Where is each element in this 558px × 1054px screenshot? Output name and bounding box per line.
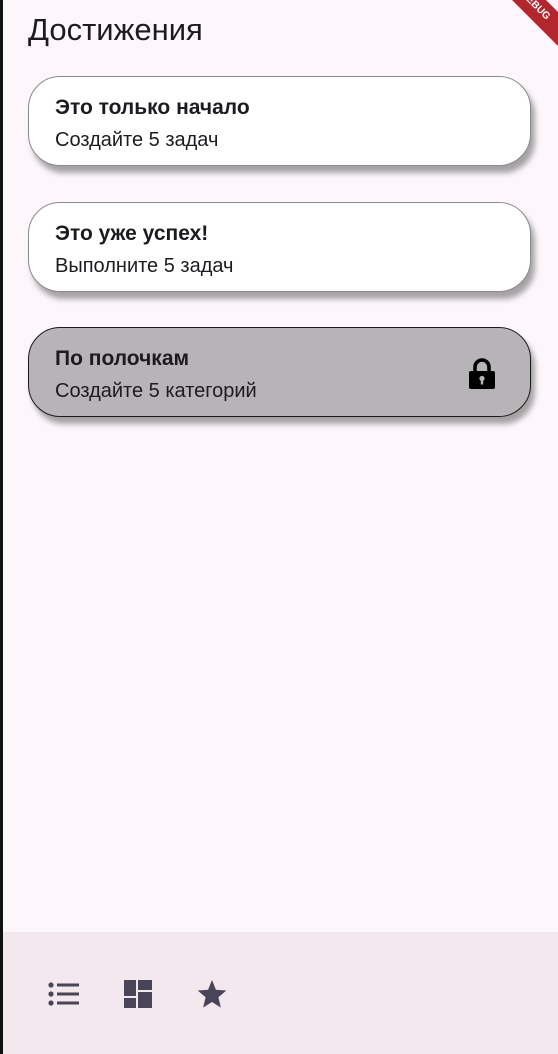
achievement-title: Это только начало xyxy=(55,96,250,119)
page-title: Достижения xyxy=(28,12,203,47)
achievement-subtitle: Выполните 5 задач xyxy=(55,255,234,277)
achievement-card[interactable]: Это только начало Создайте 5 задач xyxy=(28,76,531,166)
dashboard-icon xyxy=(124,980,152,1008)
achievement-card[interactable]: Это уже успех! Выполните 5 задач xyxy=(28,202,531,292)
star-icon xyxy=(197,980,227,1008)
debug-banner: DEBUG xyxy=(494,0,558,47)
achievement-subtitle: Создайте 5 задач xyxy=(55,129,219,151)
list-icon xyxy=(48,982,79,1006)
lock-icon xyxy=(469,358,495,389)
bottom-navigation xyxy=(3,932,558,1054)
achievement-subtitle: Создайте 5 категорий xyxy=(55,380,257,402)
nav-tasks-button[interactable] xyxy=(46,976,82,1012)
achievements-screen: DEBUG Достижения Это только начало Созда… xyxy=(0,0,558,1054)
nav-achievements-button[interactable] xyxy=(194,976,230,1012)
window-edge xyxy=(0,0,3,1054)
nav-categories-button[interactable] xyxy=(120,976,156,1012)
achievement-card-locked[interactable]: По полочкам Создайте 5 категорий xyxy=(28,327,531,417)
achievement-title: Это уже успех! xyxy=(55,222,209,245)
achievement-title: По полочкам xyxy=(55,347,190,370)
